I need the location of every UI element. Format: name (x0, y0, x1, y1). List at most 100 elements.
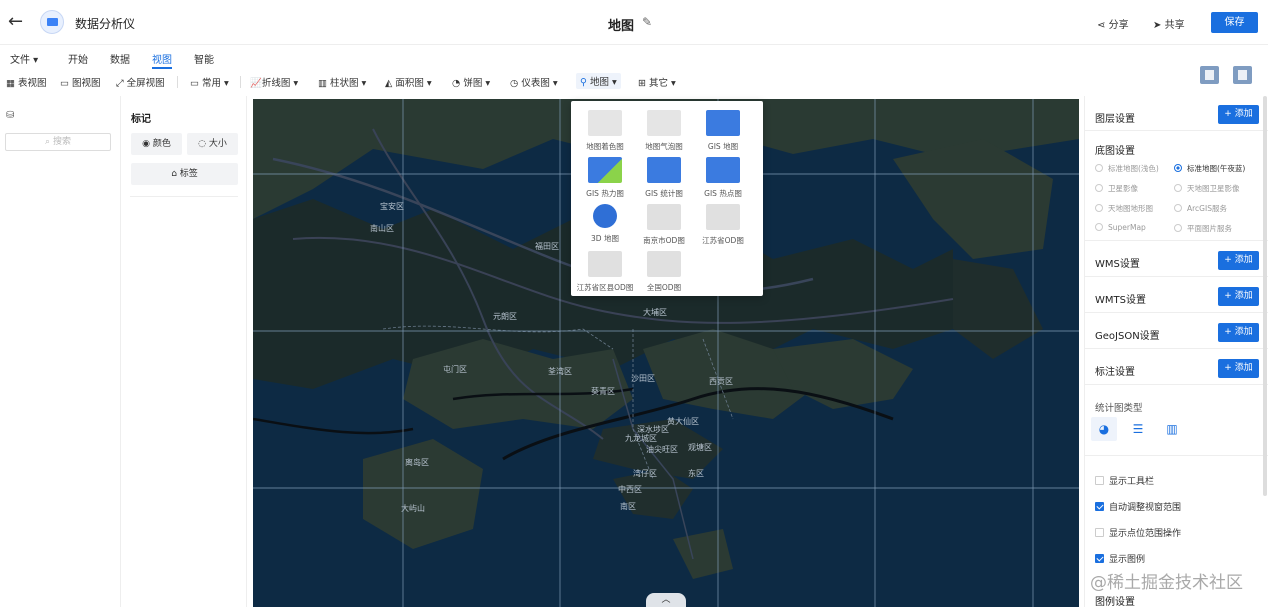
map-option-label: GIS 热点图 (704, 189, 742, 198)
divider (1085, 348, 1268, 349)
map-option[interactable]: 全国OD图 (634, 251, 694, 293)
map-option[interactable]: GIS 热力图 (575, 157, 635, 199)
map-chart-dropdown[interactable]: ⚲ 地图 ▾ (576, 73, 621, 89)
checkbox-icon (1095, 476, 1104, 485)
radio-icon (1095, 204, 1103, 212)
base-option[interactable]: ArcGIS服务 (1174, 203, 1227, 214)
gis-hotspot-map-icon (706, 157, 740, 183)
add-annotation-button[interactable]: + 添加 (1218, 359, 1259, 378)
size-button[interactable]: ◌ 大小 (187, 133, 238, 155)
menu-data[interactable]: 数据 (110, 51, 130, 66)
expand-icon: ⤢ (116, 78, 124, 89)
palette-icon: ◉ (142, 139, 150, 149)
pencil-icon[interactable]: ✎ (642, 15, 652, 29)
search-placeholder: 搜索 (52, 137, 71, 147)
divider (240, 76, 241, 88)
view-toolbar: ▦ 表视图 ▭ 图视图 ⤢ 全屏视图 ▭ 常用 ▾ 📈折线图 ▾ ▥ 柱状图 ▾… (0, 72, 700, 92)
menu-smart[interactable]: 智能 (194, 51, 214, 66)
bar-chart-dropdown[interactable]: ▥ 柱状图 ▾ (318, 75, 366, 89)
map-label: 西贡区 (709, 377, 733, 386)
base-option-label: 天地图地形图 (1108, 204, 1153, 213)
show-point-range-checkbox[interactable]: 显示点位范围操作 (1095, 526, 1181, 539)
other-chart-icon: ⊞ (638, 78, 646, 89)
map-option[interactable]: 地图气泡图 (634, 110, 694, 152)
choropleth-map-icon (588, 110, 622, 136)
label-button[interactable]: ⌂ 标签 (131, 163, 238, 185)
add-geojson-button[interactable]: + 添加 (1218, 323, 1259, 342)
legend-settings-title: 图例设置 (1095, 597, 1135, 608)
divider (1085, 130, 1268, 131)
divider (177, 76, 178, 88)
chart-view-button[interactable]: ▭ 图视图 (60, 75, 101, 89)
menu-start[interactable]: 开始 (68, 51, 88, 66)
menu-view[interactable]: 视图 (152, 51, 172, 69)
map-option[interactable]: 南京市OD图 (634, 204, 694, 246)
map-label: 黄大仙区 (667, 417, 699, 426)
auto-adjust-checkbox[interactable]: 自动调整视窗范围 (1095, 500, 1181, 513)
base-option[interactable]: 标准地图(浅色) (1095, 163, 1159, 174)
base-option[interactable]: 标准地图(午夜蓝) (1174, 163, 1245, 174)
base-option[interactable]: SuperMap (1095, 223, 1146, 232)
map-option[interactable]: GIS 热点图 (693, 157, 753, 199)
common-label: 常用 (202, 78, 222, 89)
map-option[interactable]: 地图着色图 (575, 110, 635, 152)
radio-selected-icon (1174, 164, 1182, 172)
chevron-up-icon[interactable]: ︿ (646, 593, 686, 607)
share-label: 分享 (1108, 20, 1129, 31)
map-option[interactable]: GIS 地图 (693, 110, 753, 152)
map-option-label: GIS 热力图 (586, 189, 624, 198)
gauge-chart-dropdown[interactable]: ◷ 仪表图 ▾ (510, 75, 558, 89)
map-option-label: 江苏省OD图 (702, 236, 744, 245)
map-label: 离岛区 (405, 458, 429, 467)
map-option[interactable]: 江苏省区县OD图 (575, 251, 635, 293)
add-label: 添加 (1234, 109, 1253, 119)
map-option[interactable]: 江苏省OD图 (693, 204, 753, 246)
color-button[interactable]: ◉ 颜色 (131, 133, 182, 155)
pie-chart-dropdown[interactable]: ◔ 饼图 ▾ (452, 75, 490, 89)
show-legend-checkbox[interactable]: 显示图例 (1095, 552, 1145, 565)
common-dropdown[interactable]: ▭ 常用 ▾ (190, 75, 229, 89)
divider (1085, 240, 1268, 241)
save-button[interactable]: 保存 (1211, 12, 1258, 33)
search-input[interactable]: ⌕ 搜索 (5, 133, 111, 151)
layout-left-panel-icon[interactable] (1200, 66, 1219, 84)
marks-title: 标记 (131, 114, 151, 125)
share-send-button[interactable]: ➤ 共享 (1153, 16, 1185, 31)
add-label: 添加 (1234, 255, 1253, 265)
scrollbar[interactable] (1263, 96, 1267, 496)
pie-chart-icon[interactable]: ◕ (1091, 417, 1117, 441)
base-option[interactable]: 平面图片服务 (1174, 223, 1232, 234)
line-chart-dropdown[interactable]: 📈折线图 ▾ (250, 75, 298, 89)
plus-icon: + (1224, 363, 1232, 373)
column-chart-icon[interactable]: ▥ (1159, 417, 1185, 441)
other-chart-dropdown[interactable]: ⊞ 其它 ▾ (638, 75, 676, 89)
menu-file[interactable]: 文件 ▾ (10, 51, 38, 66)
base-option-label: 标准地图(浅色) (1108, 164, 1159, 173)
annotation-settings-title: 标注设置 (1095, 367, 1135, 378)
plus-icon: + (1224, 291, 1232, 301)
image-icon: ▭ (60, 78, 69, 89)
layout-right-panel-icon[interactable] (1233, 66, 1252, 84)
add-layer-button[interactable]: + 添加 (1218, 105, 1259, 124)
area-chart-dropdown[interactable]: ◭ 面积图 ▾ (385, 75, 432, 89)
horizontal-bar-icon[interactable]: ☰ (1125, 417, 1151, 441)
map-option[interactable]: 3D 地图 (575, 204, 635, 244)
menu-file-label: 文件 (10, 55, 30, 66)
share-button[interactable]: ⋖ 分享 (1097, 16, 1129, 31)
watermark: @稀土掘金技术社区 (1090, 573, 1243, 593)
add-wms-button[interactable]: + 添加 (1218, 251, 1259, 270)
gis-map-icon (706, 110, 740, 136)
add-wmts-button[interactable]: + 添加 (1218, 287, 1259, 306)
map-label: 宝安区 (380, 202, 404, 211)
divider (1085, 455, 1268, 456)
table-view-button[interactable]: ▦ 表视图 (6, 75, 47, 89)
search-icon: ⌕ (45, 137, 51, 147)
map-option-label: 地图着色图 (586, 142, 624, 151)
map-option[interactable]: GIS 统计图 (634, 157, 694, 199)
fullscreen-button[interactable]: ⤢ 全屏视图 (116, 75, 165, 89)
base-option[interactable]: 天地图卫星影像 (1174, 183, 1240, 194)
base-option[interactable]: 天地图地形图 (1095, 203, 1153, 214)
base-option[interactable]: 卫星影像 (1095, 183, 1138, 194)
arrow-left-icon[interactable]: ← (8, 12, 28, 32)
show-toolbar-checkbox[interactable]: 显示工具栏 (1095, 474, 1154, 487)
